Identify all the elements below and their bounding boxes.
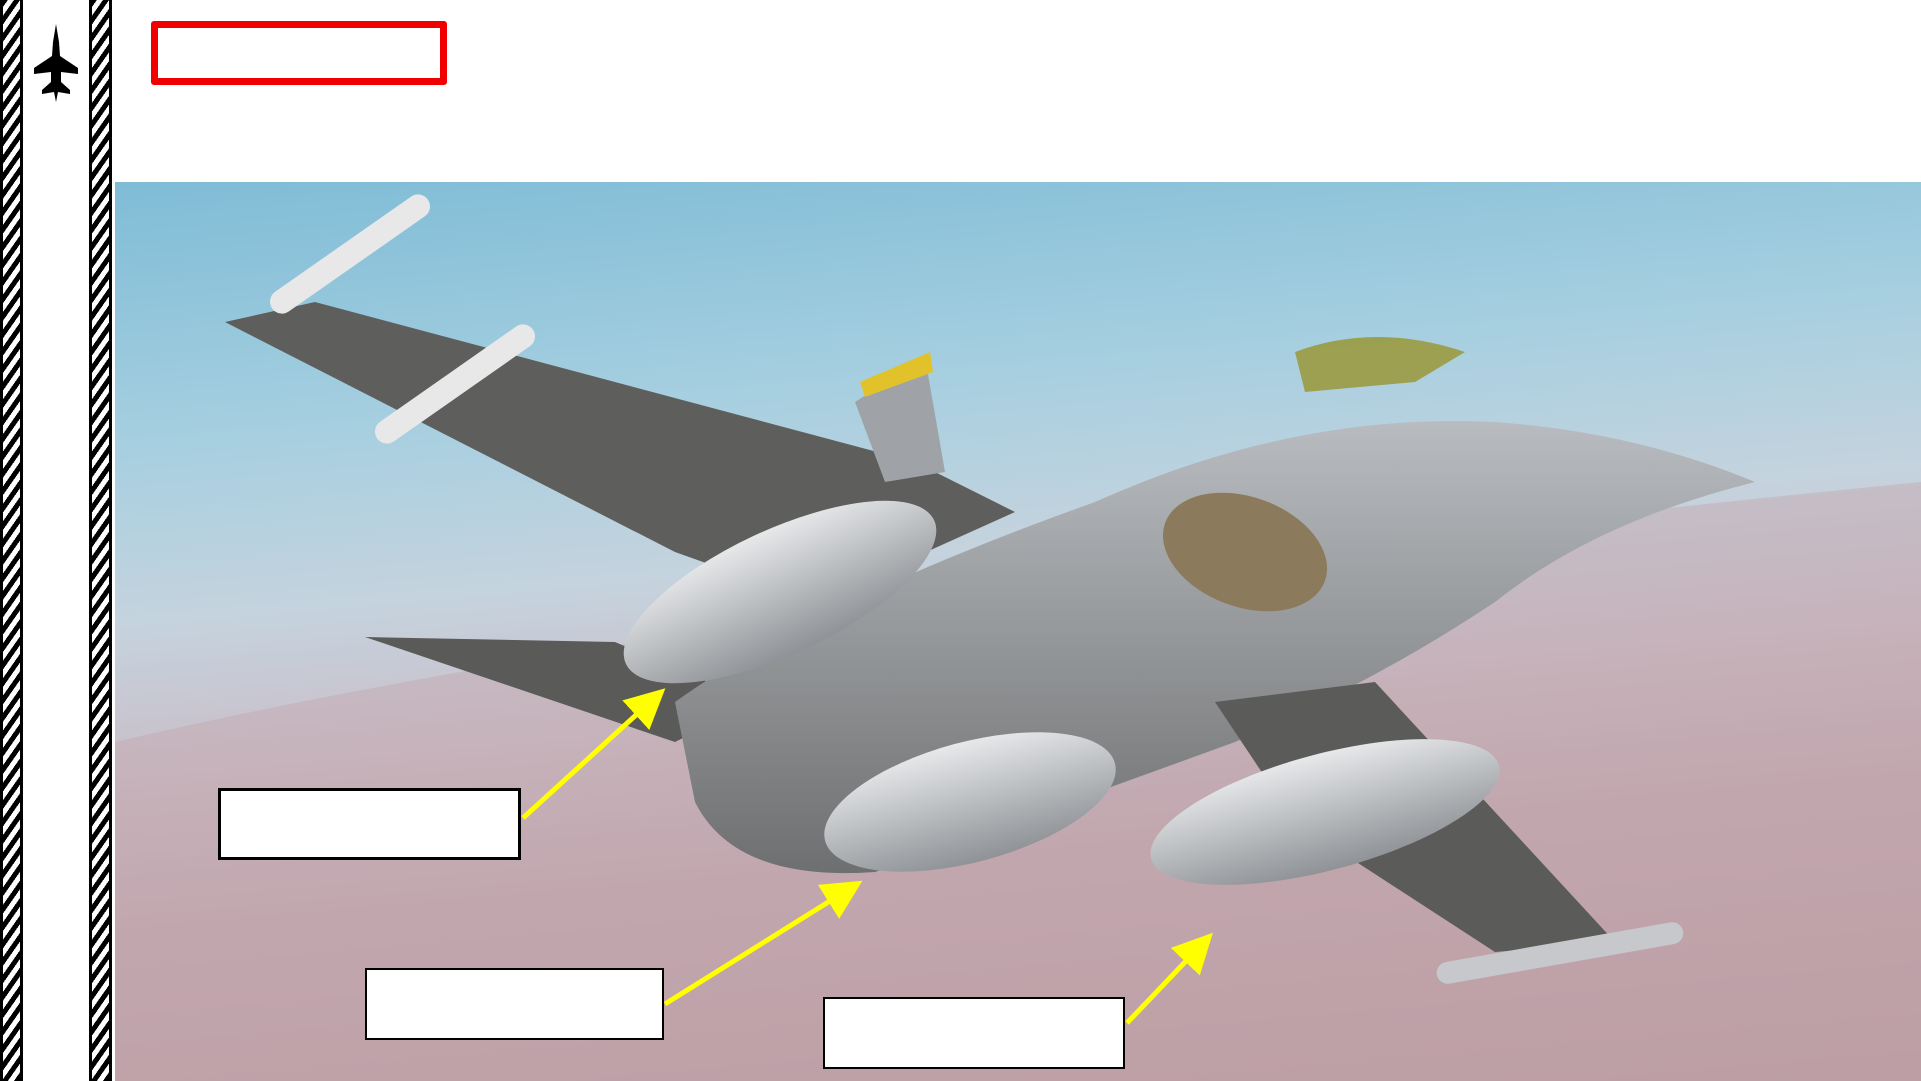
callout-box-1	[218, 788, 521, 860]
arrow-1	[521, 688, 666, 820]
arrow-3	[1125, 932, 1213, 1025]
callout-arrows	[521, 688, 1213, 1025]
arrow-2	[663, 880, 863, 1007]
callout-box-2	[365, 968, 664, 1040]
callout-box-3	[823, 997, 1125, 1069]
